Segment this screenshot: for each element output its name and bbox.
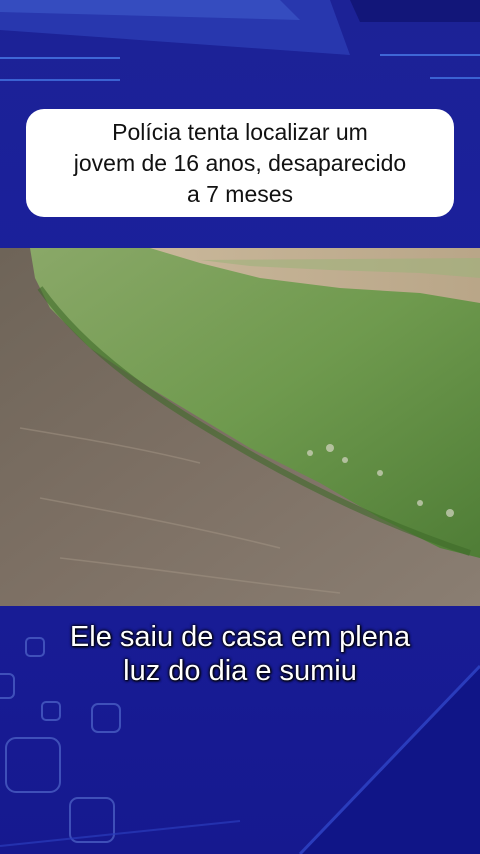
top-decoration (0, 0, 480, 59)
bottom-decoration (0, 637, 480, 854)
headline-line-3: a 7 meses (186, 180, 294, 207)
video-frame-river[interactable] (0, 248, 480, 606)
headline-card: Polícia tenta localizar um jovem de 16 a… (26, 109, 454, 217)
headline-line-1: Polícia tenta localizar um (112, 118, 368, 145)
top-lines (0, 77, 480, 81)
headline-text: Polícia tenta localizar um jovem de 16 a… (74, 117, 406, 210)
headline-line-2: jovem de 16 anos, desaparecido (73, 149, 407, 176)
